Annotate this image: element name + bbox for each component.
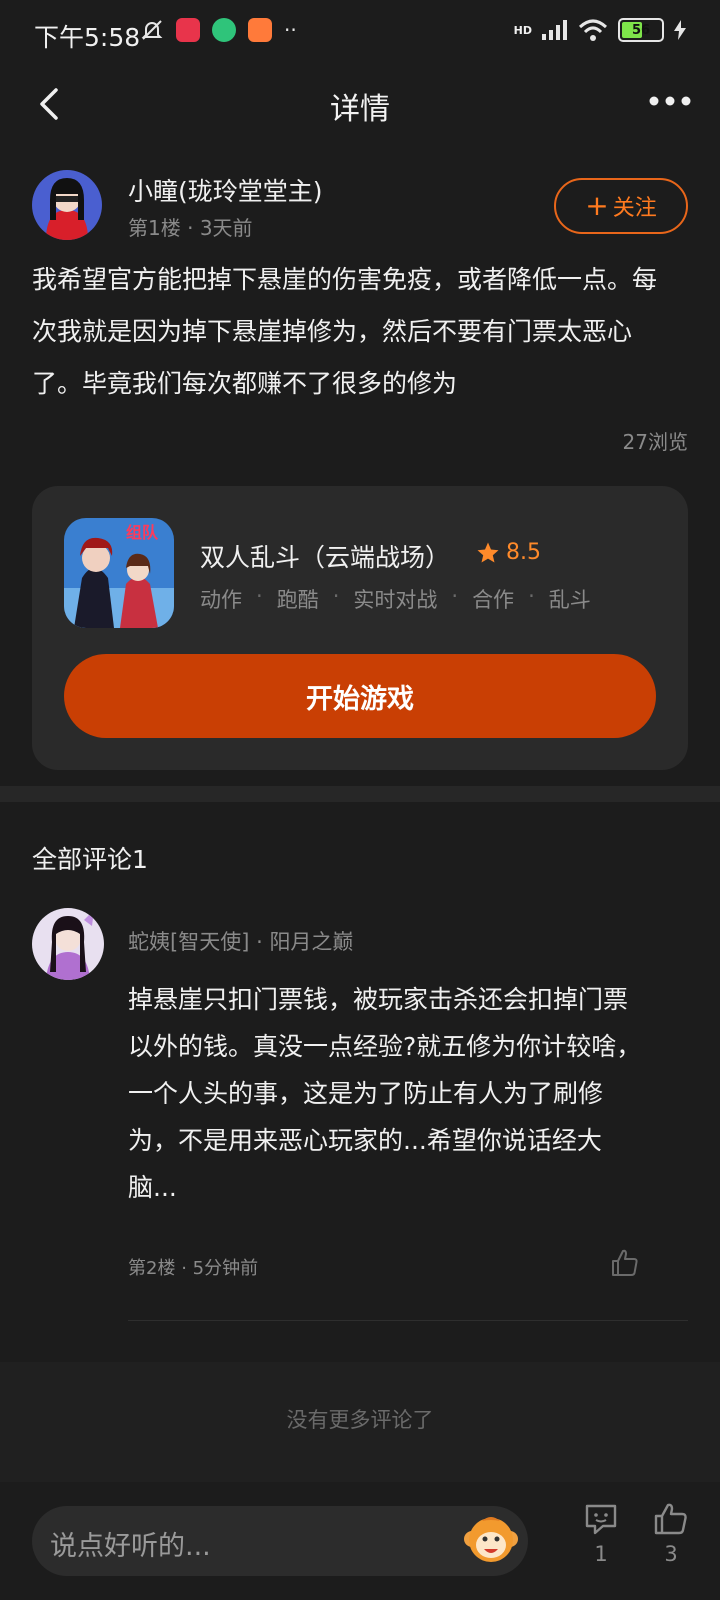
status-time: 下午5:58 bbox=[34, 23, 141, 52]
signal-icon bbox=[542, 20, 567, 40]
comment-meta: 蛇姨[智天使] · 阳月之巅 bbox=[128, 926, 353, 956]
top-nav-bar: 详情 bbox=[0, 70, 720, 140]
no-more-comments-text: 没有更多评论了 bbox=[286, 1408, 434, 1432]
battery-icon: 56 bbox=[618, 18, 664, 42]
tag-separator: · bbox=[451, 584, 459, 608]
page-title: 详情 bbox=[330, 92, 390, 127]
bottom-action-bar: 说点好听的... 1 3 bbox=[0, 1484, 720, 1600]
follow-button[interactable]: + 关注 bbox=[554, 178, 688, 234]
commenter-title: 阳月之巅 bbox=[269, 930, 354, 954]
game-icon-label: 组队 bbox=[126, 523, 159, 542]
author-avatar[interactable] bbox=[32, 170, 102, 240]
more-notifications-icon: ·· bbox=[284, 18, 297, 42]
network-type-label: HD bbox=[513, 23, 532, 37]
meta-separator: · bbox=[181, 1258, 193, 1279]
tag-separator: · bbox=[332, 584, 340, 608]
game-tags: 动作 · 跑酷 · 实时对战 · 合作 · 乱斗 bbox=[200, 584, 591, 614]
wifi-icon bbox=[578, 19, 608, 41]
game-tag: 乱斗 bbox=[548, 588, 591, 612]
rating-value: 8.5 bbox=[506, 540, 541, 565]
section-divider bbox=[0, 786, 720, 802]
app-notification-icon bbox=[212, 18, 236, 42]
end-of-list: 没有更多评论了 bbox=[0, 1362, 720, 1482]
game-rating: 8.5 bbox=[476, 540, 541, 565]
commenter-avatar[interactable] bbox=[32, 908, 104, 980]
comment-floor-number: 第2楼 bbox=[128, 1258, 176, 1279]
mute-bell-icon bbox=[141, 20, 163, 40]
game-tag: 实时对战 bbox=[353, 588, 438, 612]
comment-input[interactable]: 说点好听的... bbox=[32, 1506, 528, 1576]
game-tag: 动作 bbox=[200, 588, 242, 612]
start-game-button[interactable]: 开始游戏 bbox=[64, 654, 656, 738]
status-bar: 下午5:58 ·· HD 56 bbox=[0, 0, 720, 70]
comment-time: 5分钟前 bbox=[192, 1258, 259, 1279]
post-meta: 第1楼 · 3天前 bbox=[128, 212, 253, 241]
more-dots-icon[interactable] bbox=[648, 86, 692, 116]
thumbs-up-icon bbox=[654, 1503, 687, 1535]
star-icon bbox=[477, 542, 499, 562]
like-action[interactable]: 3 bbox=[646, 1502, 696, 1566]
battery-level: 56 bbox=[631, 22, 651, 38]
comment-input-placeholder: 说点好听的... bbox=[50, 1531, 211, 1562]
plus-icon: + bbox=[585, 189, 609, 222]
like-count: 3 bbox=[664, 1542, 678, 1566]
game-title[interactable]: 双人乱斗（云端战场） bbox=[200, 538, 450, 574]
author-name[interactable]: 小瞳(珑玲堂堂主) bbox=[128, 172, 323, 208]
app-notification-icon bbox=[176, 18, 200, 42]
comment-floor: 第2楼 · 5分钟前 bbox=[128, 1254, 258, 1280]
post-floor: 第1楼 bbox=[128, 216, 181, 240]
game-icon[interactable]: 组队 bbox=[64, 518, 174, 628]
charging-icon bbox=[674, 20, 686, 40]
game-tag: 跑酷 bbox=[276, 588, 319, 612]
post-time: 3天前 bbox=[199, 216, 253, 240]
meta-separator: · bbox=[256, 930, 270, 954]
tag-separator: · bbox=[528, 584, 535, 608]
post-body: 我希望官方能把掉下悬崖的伤害免疫，或者降低一点。每次我就是因为掉下悬崖掉修为，然… bbox=[32, 265, 658, 398]
game-card[interactable]: 组队 双人乱斗（云端战场） 8.5 动作 · 跑酷 · 实时对战 · 合作 · … bbox=[32, 486, 688, 770]
meta-separator: · bbox=[187, 216, 200, 240]
comment-bubble-icon bbox=[585, 1504, 617, 1535]
comment-body: 掉悬崖只扣门票钱，被玩家击杀还会扣掉门票以外的钱。真没一点经验?就五修为你计较啥… bbox=[128, 985, 642, 1202]
app-notification-icon bbox=[248, 18, 272, 42]
commenter-name[interactable]: 蛇姨[智天使] bbox=[128, 930, 249, 954]
comment-divider bbox=[128, 1320, 688, 1321]
tag-separator: · bbox=[256, 584, 263, 608]
thumbs-up-icon[interactable] bbox=[610, 1248, 640, 1278]
comment-count: 1 bbox=[594, 1542, 608, 1566]
follow-label: 关注 bbox=[612, 196, 657, 221]
comment-action[interactable]: 1 bbox=[576, 1502, 626, 1566]
comments-header: 全部评论1 bbox=[32, 845, 148, 874]
game-tag: 合作 bbox=[472, 588, 515, 612]
view-count: 27浏览 bbox=[622, 430, 688, 454]
monkey-emoji-icon[interactable] bbox=[462, 1511, 520, 1569]
